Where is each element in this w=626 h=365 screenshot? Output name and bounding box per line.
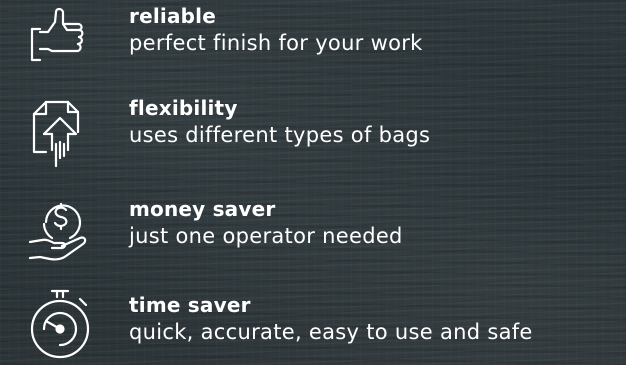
feature-title: money saver	[129, 197, 276, 221]
feature-reliable: reliable perfect finish for your work	[0, 2, 626, 82]
feature-description: just one operator needed	[129, 224, 403, 248]
feature-description: quick, accurate, easy to use and safe	[129, 320, 533, 344]
feature-title: time saver	[129, 293, 251, 317]
document-upload-icon	[22, 94, 100, 172]
stopwatch-icon	[22, 285, 100, 363]
feature-time-saver: time saver quick, accurate, easy to use …	[0, 285, 626, 365]
thumbs-up-icon	[22, 2, 100, 80]
feature-title: flexibility	[129, 96, 238, 120]
feature-description: perfect finish for your work	[129, 31, 423, 55]
money-hand-icon	[22, 194, 100, 272]
feature-description: uses different types of bags	[129, 123, 431, 147]
feature-title: reliable	[129, 4, 216, 28]
feature-flexibility: flexibility uses different types of bags	[0, 94, 626, 174]
feature-money-saver: money saver just one operator needed	[0, 194, 626, 274]
